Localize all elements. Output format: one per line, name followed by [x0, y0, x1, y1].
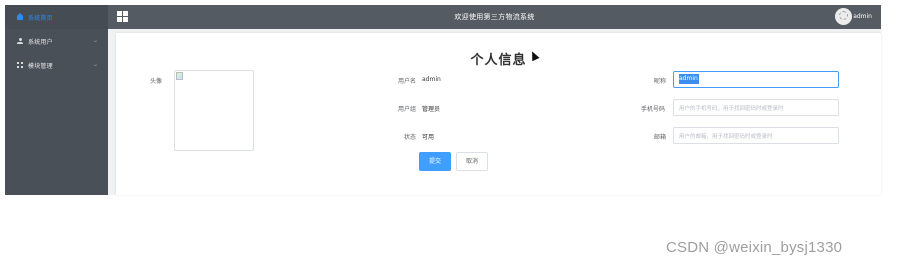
nickname-input[interactable]: admin: [673, 71, 839, 88]
status-label: 状态: [404, 134, 417, 141]
header-bar: 欢迎使用第三方物流系统 admin: [108, 5, 881, 29]
phone-input[interactable]: 用户的手机号码，用于找回密码时或登录时: [673, 99, 839, 116]
chevron-down-icon: ⌄: [92, 37, 98, 44]
content-area: 个人信息 头像 用户名 admin 用户组 管理员 状态 可用 昵称 admin…: [108, 29, 881, 195]
user-icon: [17, 38, 23, 44]
avatar-label: 头像: [150, 78, 163, 85]
sidebar-item-label: 系统首页: [28, 14, 53, 22]
sidebar-item-label: 系统用户: [28, 38, 53, 46]
sidebar: 系统首页 系统用户 ⌄ 模块管理 ⌄: [5, 5, 108, 195]
username-label: 用户名: [398, 78, 417, 85]
header-username[interactable]: admin: [853, 13, 872, 20]
sidebar-item-home[interactable]: 系统首页: [5, 5, 108, 29]
nickname-value: admin: [679, 74, 699, 84]
sidebar-item-module-management[interactable]: 模块管理 ⌄: [5, 53, 108, 77]
app-title: 欢迎使用第三方物流系统: [454, 13, 535, 21]
cancel-button[interactable]: 取消: [456, 152, 488, 171]
grid-icon: [17, 62, 23, 68]
email-input[interactable]: 用户的邮箱，用于找回密码时或登录时: [673, 127, 839, 144]
watermark: CSDN @weixin_bysj1330: [666, 239, 843, 256]
phone-label: 手机号码: [641, 106, 666, 113]
page-title: 个人信息: [470, 53, 527, 68]
profile-card: 个人信息 头像 用户名 admin 用户组 管理员 状态 可用 昵称 admin…: [116, 33, 881, 195]
sidebar-item-label: 模块管理: [28, 62, 53, 70]
chevron-down-icon: ⌄: [92, 61, 98, 68]
username-value: admin: [422, 76, 441, 83]
avatar[interactable]: [835, 8, 852, 25]
user-group-label: 用户组: [398, 106, 417, 113]
broken-image-icon: [176, 72, 183, 80]
submit-button[interactable]: 提交: [419, 152, 451, 171]
nickname-label: 昵称: [654, 78, 667, 85]
avatar-upload[interactable]: [174, 70, 254, 151]
email-label: 邮箱: [654, 134, 667, 141]
app-window: 系统首页 系统用户 ⌄ 模块管理 ⌄ 欢迎使用第三方物流系统 admin 个人信…: [5, 5, 881, 195]
home-icon: [17, 13, 23, 20]
status-value: 可用: [422, 134, 435, 141]
user-group-value: 管理员: [422, 106, 441, 113]
sidebar-item-system-users[interactable]: 系统用户 ⌄: [5, 29, 108, 53]
